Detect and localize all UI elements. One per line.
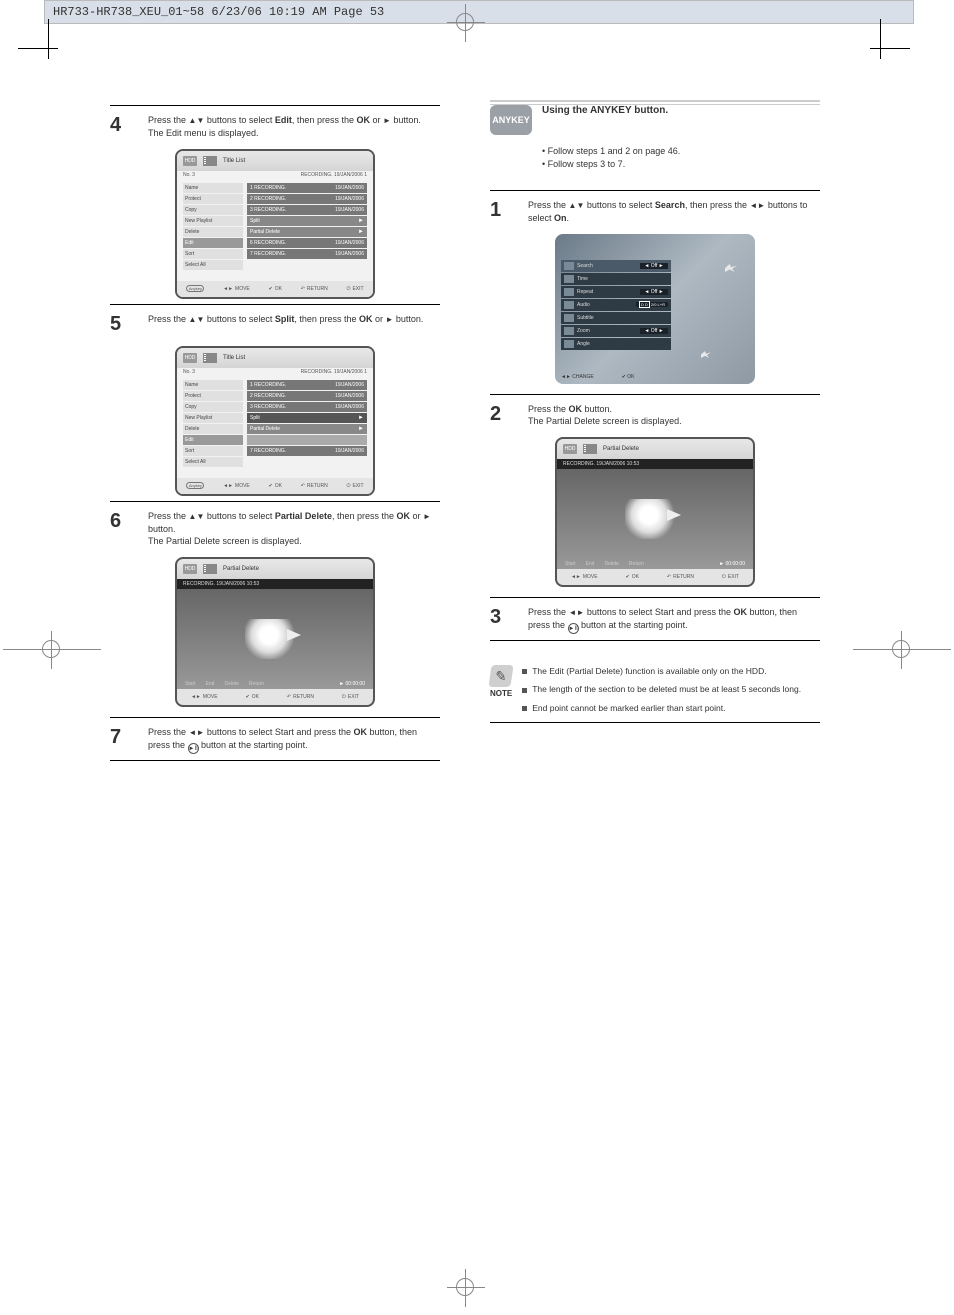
note-item: End point cannot be marked earlier than …: [522, 702, 801, 714]
right-step-3: 3 Press the ◄► buttons to select Start a…: [490, 606, 820, 634]
screenshot-partial-delete-right: HDD Partial Delete RECORDING. 19/JAN/200…: [555, 437, 755, 587]
screen-title: Title List: [223, 158, 245, 164]
file-header: HR733-HR738_XEU_01~58 6/23/06 10:19 AM P…: [44, 0, 914, 24]
screen-title: Partial Delete: [603, 446, 639, 452]
play-pause-icon: ►II: [188, 743, 199, 754]
step-text: Press the ◄► buttons to select Start and…: [148, 726, 440, 754]
film-icon: [203, 353, 217, 363]
film-icon: [583, 444, 597, 454]
registration-mark-left: [42, 640, 60, 658]
step-text: Press the ▲▼ buttons to select Edit, the…: [148, 114, 421, 139]
angle-icon: [564, 340, 574, 348]
hdd-badge: HDD: [183, 353, 197, 363]
zoom-icon: [564, 327, 574, 335]
note-label: NOTE: [490, 689, 512, 698]
screenshot-anykey-osd: Search◄ Off ► Time Repeat◄ Off ► AudioD …: [555, 234, 755, 384]
notes-block: ✎ NOTE The Edit (Partial Delete) functio…: [490, 665, 820, 714]
repeat-icon: [564, 288, 574, 296]
right-column: ANYKEY Using the ANYKEY button. • Follow…: [490, 100, 820, 731]
screen-footer: Anykey ◄►MOVE ✔OK ↶RETURN ⏻EXIT: [177, 281, 373, 297]
menu-delete: Delete: [183, 227, 243, 237]
screenshot-title-list-split: HDD Title List No. 3RECORDING. 19/JAN/20…: [175, 346, 375, 496]
hdd-badge: HDD: [183, 156, 197, 166]
step-7: 7 Press the ◄► buttons to select Start a…: [110, 726, 440, 754]
note-icon: ✎: [488, 665, 513, 687]
right-step-2: 2 Press the OK button. The Partial Delet…: [490, 403, 820, 427]
bird-image: [625, 499, 685, 539]
note-item: The Edit (Partial Delete) function is av…: [522, 665, 801, 677]
time-icon: [564, 275, 574, 283]
anykey-badge: ANYKEY: [490, 105, 532, 135]
step-num: 6: [110, 510, 138, 547]
screen-title: Title List: [223, 355, 245, 361]
anykey-icon: Anykey: [186, 285, 204, 292]
play-time: ► 00:00:00: [719, 561, 745, 567]
menu-select-all: Select All: [183, 260, 243, 270]
step-text: Press the ◄► buttons to select Start and…: [528, 606, 820, 634]
anykey-instructions: Using the ANYKEY button. • Follow steps …: [542, 105, 680, 169]
note-item: The length of the section to be deleted …: [522, 683, 801, 695]
step-5: 5 Press the ▲▼ buttons to select Split, …: [110, 313, 440, 336]
film-icon: [203, 564, 217, 574]
hdd-badge: HDD: [563, 444, 577, 454]
film-icon: [203, 156, 217, 166]
screen-title: Partial Delete: [223, 566, 259, 572]
menu-copy: Copy: [183, 205, 243, 215]
screenshot-partial-delete-left: HDD Partial Delete RECORDING. 19/JAN/200…: [175, 557, 375, 707]
crop-mark-tl: [18, 48, 58, 62]
registration-mark-right: [892, 640, 910, 658]
search-icon: [564, 262, 574, 270]
bird-image: [245, 619, 305, 659]
step-text: Press the OK button. The Partial Delete …: [528, 403, 682, 427]
left-column: 4 Press the ▲▼ buttons to select Edit, t…: [110, 100, 440, 769]
menu-protect: Protect: [183, 194, 243, 204]
subtitle-icon: [564, 314, 574, 322]
audio-icon: [564, 301, 574, 309]
play-time: ► 00:00:00: [339, 681, 365, 687]
step-num: 1: [490, 199, 518, 224]
step-num: 4: [110, 114, 138, 139]
registration-mark-top: [456, 13, 474, 31]
step-text: Press the ▲▼ buttons to select Split, th…: [148, 313, 423, 336]
step-4: 4 Press the ▲▼ buttons to select Edit, t…: [110, 114, 440, 139]
step-num: 5: [110, 313, 138, 336]
edit-menu-list: Name Protect Copy New Playlist Delete Ed…: [183, 183, 243, 270]
menu-edit: Edit: [183, 238, 243, 248]
step-6: 6 Press the ▲▼ buttons to select Partial…: [110, 510, 440, 547]
thumbnail-list: 1 RECORDING.19/JAN/2006 2 RECORDING.19/J…: [247, 183, 367, 270]
registration-mark-bottom: [456, 1278, 474, 1296]
crop-mark-tr: [870, 48, 910, 62]
menu-new-playlist: New Playlist: [183, 216, 243, 226]
step-text: Press the ▲▼ buttons to select Partial D…: [148, 510, 440, 547]
step-num: 3: [490, 606, 518, 634]
menu-sort: Sort: [183, 249, 243, 259]
step-num: 2: [490, 403, 518, 427]
screenshot-title-list-edit: HDD Title List No. 3RECORDING. 19/JAN/20…: [175, 149, 375, 299]
menu-name: Name: [183, 183, 243, 193]
right-step-1: 1 Press the ▲▼ buttons to select Search,…: [490, 199, 820, 224]
hdd-badge: HDD: [183, 564, 197, 574]
step-text: Press the ▲▼ buttons to select Search, t…: [528, 199, 820, 224]
osd-footer: ◄► CHANGE✔ OK: [561, 374, 635, 380]
step-num: 7: [110, 726, 138, 754]
play-pause-icon: ►II: [568, 623, 579, 634]
